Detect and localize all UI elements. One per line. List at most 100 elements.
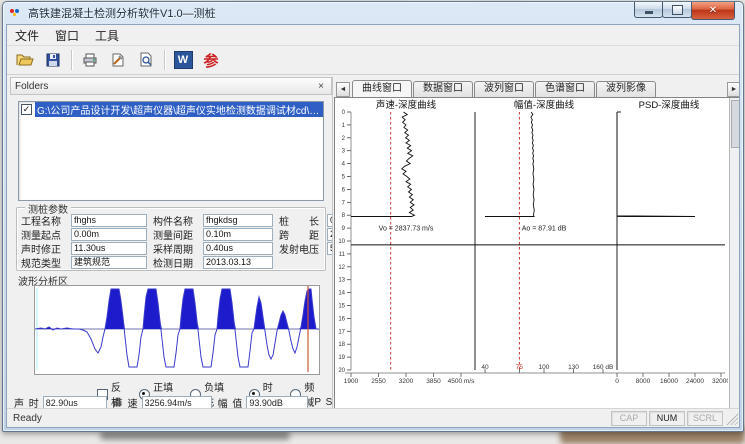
toolbar-separator: [164, 50, 165, 70]
tab-波列窗口[interactable]: 波列窗口: [474, 81, 534, 97]
param-column: 桩 长0.00m跨 距270mm发射电压500V: [279, 213, 333, 269]
x-tick-label: 1900: [344, 378, 359, 385]
scrollbar-thumb[interactable]: [731, 100, 740, 148]
depth-tick-label: 16: [338, 316, 345, 322]
menu-item-窗口[interactable]: 窗口: [47, 25, 87, 46]
param-column: 工程名称fhghs测量起点0.00m声时修正11.30us规范类型建筑规范: [21, 213, 147, 269]
tab-scroll-left-icon[interactable]: ◄: [336, 82, 350, 97]
print-button[interactable]: [76, 47, 104, 73]
depth-tick-label: 5: [342, 175, 346, 181]
param-row: 桩 长0.00m: [279, 213, 333, 227]
param-label: 发射电压: [279, 241, 327, 256]
x-tick-label: 40: [481, 364, 489, 371]
right-panel: ◄ 曲线窗口数据窗口波列窗口色谱窗口波列影像 ► 012345678910111…: [334, 77, 740, 428]
menu-bar: 文件窗口工具: [7, 25, 739, 46]
param-row: 测量起点0.00m: [21, 227, 147, 241]
param-value[interactable]: 11.30us: [71, 242, 147, 255]
param-value[interactable]: fhghs: [71, 214, 147, 227]
param-label: 构件名称: [153, 213, 203, 228]
param-value[interactable]: 建筑规范: [71, 256, 147, 269]
left-panel: Folders × ✓G:\公司产品设计开发\超声仪器\超声仪实地检测数据调试材…: [10, 77, 333, 428]
param-value[interactable]: 500V: [327, 242, 333, 255]
maximize-button[interactable]: [662, 2, 692, 18]
x-tick-label: 75: [516, 364, 524, 371]
title-bar[interactable]: 高铁建混凝土检测分析软件V1.0—测桩 ✕: [3, 2, 743, 24]
toolbar: W 参: [7, 46, 739, 75]
param-label: 测量间距: [153, 227, 203, 242]
print-preview-button[interactable]: [132, 47, 160, 73]
tab-曲线窗口[interactable]: 曲线窗口: [352, 80, 412, 98]
param-label: 规范类型: [21, 255, 71, 270]
param-label: 采样周期: [153, 241, 203, 256]
folders-title: Folders: [15, 81, 48, 92]
print-preview-icon: [138, 52, 154, 68]
parameters-icon: 参: [203, 50, 218, 71]
depth-tick-label: 4: [342, 162, 346, 168]
param-value[interactable]: 2013.03.13: [203, 256, 273, 269]
depth-tick-label: 2: [342, 136, 346, 142]
save-button[interactable]: [39, 47, 67, 73]
tab-波列影像[interactable]: 波列影像: [596, 81, 656, 97]
menu-item-文件[interactable]: 文件: [7, 25, 47, 46]
word-export-button[interactable]: W: [169, 47, 197, 73]
item-checkbox[interactable]: ✓: [21, 104, 32, 115]
window-title: 高铁建混凝土检测分析软件V1.0—测桩: [28, 5, 216, 21]
depth-tick-label: 3: [342, 149, 346, 155]
depth-tick-label: 1: [342, 123, 346, 129]
resize-grip[interactable]: [725, 412, 738, 425]
word-icon: W: [174, 51, 193, 69]
waveform-svg: [35, 286, 319, 372]
depth-tick-label: 14: [338, 291, 345, 297]
x-tick-label: 16000: [660, 378, 678, 385]
x-tick-label: 32000: [712, 378, 728, 385]
param-value[interactable]: fhgkdsg: [203, 214, 273, 227]
param-value[interactable]: 270mm: [327, 228, 333, 241]
desktop-background: [100, 431, 290, 440]
chart-title: 幅值-深度曲线: [514, 99, 575, 111]
tab-scroll-right-icon[interactable]: ►: [727, 82, 740, 97]
status-bar: Ready CAPNUMSCRL: [7, 408, 739, 427]
param-value[interactable]: 0.10m: [203, 228, 273, 241]
minimize-button[interactable]: [634, 2, 663, 18]
chart-area[interactable]: 01234567891011121314151617181920声速-深度曲线1…: [334, 97, 740, 428]
panel-close-icon[interactable]: ×: [315, 81, 327, 92]
param-value[interactable]: 0.00m: [71, 228, 147, 241]
print-setup-icon: [110, 52, 126, 68]
waveform-fill: [35, 289, 319, 329]
chart-vertical-scrollbar[interactable]: [729, 98, 740, 428]
pile-params-title: 测桩参数: [25, 201, 71, 216]
param-row: 检测日期2013.03.13: [153, 255, 273, 269]
curve-annotation: Ao = 87.91 dB: [522, 226, 567, 233]
app-icon: [10, 7, 24, 19]
depth-tick-label: 10: [338, 239, 345, 245]
open-button[interactable]: [11, 47, 39, 73]
print-setup-button[interactable]: [104, 47, 132, 73]
menu-item-工具[interactable]: 工具: [87, 25, 127, 46]
client-area: 文件窗口工具: [6, 24, 740, 428]
list-item[interactable]: ✓G:\公司产品设计开发\超声仪器\超声仪实地检测数据调试材cd\qd03\qd…: [19, 102, 323, 117]
waveform-plot[interactable]: [34, 285, 320, 375]
param-row: 测量间距0.10m: [153, 227, 273, 241]
app-window: 高铁建混凝土检测分析软件V1.0—测桩 ✕ 文件窗口工具: [2, 1, 744, 432]
param-value[interactable]: 0.00m: [327, 214, 333, 227]
depth-tick-label: 9: [342, 226, 346, 232]
x-tick-label: 130: [568, 364, 579, 371]
file-listbox[interactable]: ✓G:\公司产品设计开发\超声仪器\超声仪实地检测数据调试材cd\qd03\qd…: [18, 101, 324, 201]
depth-tick-label: 11: [339, 252, 346, 258]
parameters-button[interactable]: 参: [197, 47, 225, 73]
x-tick-label: 3200: [399, 378, 414, 385]
tab-数据窗口[interactable]: 数据窗口: [413, 81, 473, 97]
param-value[interactable]: 0.40us: [203, 242, 273, 255]
curve-annotation: Vo = 2837.73 m/s: [379, 226, 434, 233]
printer-icon: [82, 52, 98, 68]
readout-label: P S D: [314, 397, 333, 408]
toolbar-separator: [71, 50, 72, 70]
tab-色谱窗口[interactable]: 色谱窗口: [535, 81, 595, 97]
close-icon: ✕: [709, 5, 717, 16]
depth-tick-label: 12: [338, 265, 345, 271]
param-row: 发射电压500V: [279, 241, 333, 255]
chart-title: 声速-深度曲线: [376, 99, 437, 111]
close-button[interactable]: ✕: [691, 2, 735, 20]
pile-params-groupbox: 测桩参数 工程名称fhghs测量起点0.00m声时修正11.30us规范类型建筑…: [16, 207, 326, 271]
depth-tick-label: 17: [338, 329, 345, 335]
